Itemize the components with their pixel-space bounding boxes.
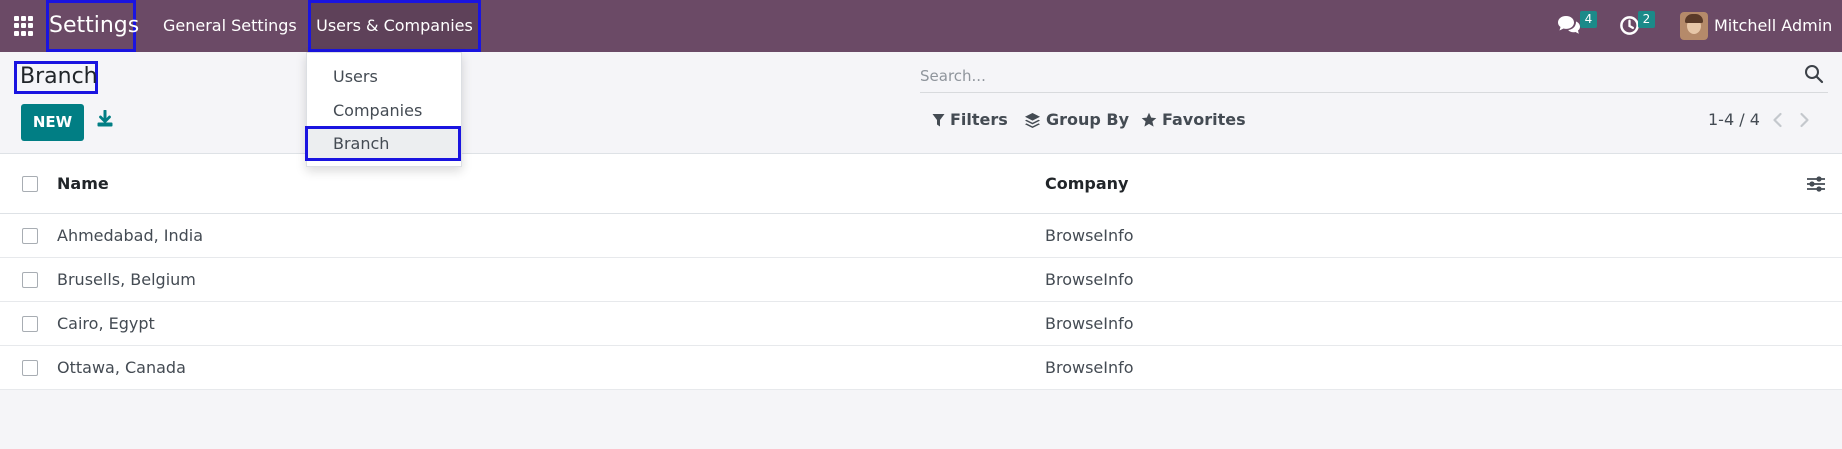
dropdown-item-users[interactable]: Users	[333, 67, 378, 87]
cell-company[interactable]: BrowseInfo	[1045, 258, 1134, 302]
table-row[interactable]: Brusells, Belgium BrowseInfo	[0, 258, 1842, 302]
chat-icon[interactable]	[1557, 15, 1581, 35]
row-checkbox[interactable]	[22, 228, 38, 244]
search-input[interactable]	[920, 60, 1780, 92]
row-checkbox[interactable]	[22, 316, 38, 332]
cell-name[interactable]: Cairo, Egypt	[57, 302, 155, 346]
page-title: Branch	[20, 64, 98, 89]
avatar[interactable]	[1680, 12, 1708, 40]
search-icon[interactable]	[1804, 64, 1824, 84]
column-header-name[interactable]: Name	[57, 154, 109, 214]
branch-list: Name Company Ahmedabad, India BrowseInfo…	[0, 153, 1842, 390]
search-bar	[920, 60, 1828, 93]
optional-columns-icon[interactable]	[1806, 175, 1826, 193]
chevron-right-icon[interactable]	[1796, 112, 1812, 128]
select-all-checkbox[interactable]	[22, 176, 38, 192]
cell-name[interactable]: Ottawa, Canada	[57, 346, 186, 390]
table-row[interactable]: Cairo, Egypt BrowseInfo	[0, 302, 1842, 346]
activity-count-badge: 2	[1638, 11, 1655, 28]
list-header: Name Company	[0, 154, 1842, 214]
download-icon[interactable]	[96, 110, 114, 128]
users-companies-dropdown: Users Companies Branch	[305, 52, 462, 167]
row-checkbox[interactable]	[22, 272, 38, 288]
table-row[interactable]: Ottawa, Canada BrowseInfo	[0, 346, 1842, 390]
dropdown-item-companies[interactable]: Companies	[333, 101, 422, 121]
new-button[interactable]: NEW	[21, 104, 84, 141]
cell-name[interactable]: Ahmedabad, India	[57, 214, 203, 258]
filters-button[interactable]: Filters	[932, 110, 1008, 130]
filter-icon	[932, 113, 945, 126]
top-navbar: Settings General Settings Users & Compan…	[0, 0, 1842, 52]
row-checkbox[interactable]	[22, 360, 38, 376]
menu-general-settings[interactable]: General Settings	[163, 0, 297, 52]
user-name[interactable]: Mitchell Admin	[1714, 0, 1832, 52]
dropdown-item-branch[interactable]: Branch	[305, 126, 461, 161]
menu-users-companies[interactable]: Users & Companies	[308, 0, 481, 52]
app-name-settings[interactable]: Settings	[46, 0, 139, 52]
layers-icon	[1025, 113, 1040, 128]
table-row[interactable]: Ahmedabad, India BrowseInfo	[0, 214, 1842, 258]
group-by-label: Group By	[1046, 110, 1130, 129]
cell-company[interactable]: BrowseInfo	[1045, 346, 1134, 390]
chat-count-badge: 4	[1580, 11, 1597, 28]
star-icon	[1141, 112, 1157, 127]
favorites-label: Favorites	[1162, 110, 1246, 129]
cell-company[interactable]: BrowseInfo	[1045, 302, 1134, 346]
group-by-button[interactable]: Group By	[1024, 110, 1129, 130]
chevron-left-icon[interactable]	[1770, 112, 1786, 128]
cell-company[interactable]: BrowseInfo	[1045, 214, 1134, 258]
cell-name[interactable]: Brusells, Belgium	[57, 258, 196, 302]
clock-icon[interactable]	[1619, 15, 1640, 36]
favorites-button[interactable]: Favorites	[1141, 110, 1246, 130]
apps-grid-icon[interactable]	[14, 16, 34, 36]
pager-value[interactable]: 1-4 / 4	[1708, 110, 1760, 130]
filters-label: Filters	[950, 110, 1008, 129]
column-header-company[interactable]: Company	[1045, 154, 1128, 214]
